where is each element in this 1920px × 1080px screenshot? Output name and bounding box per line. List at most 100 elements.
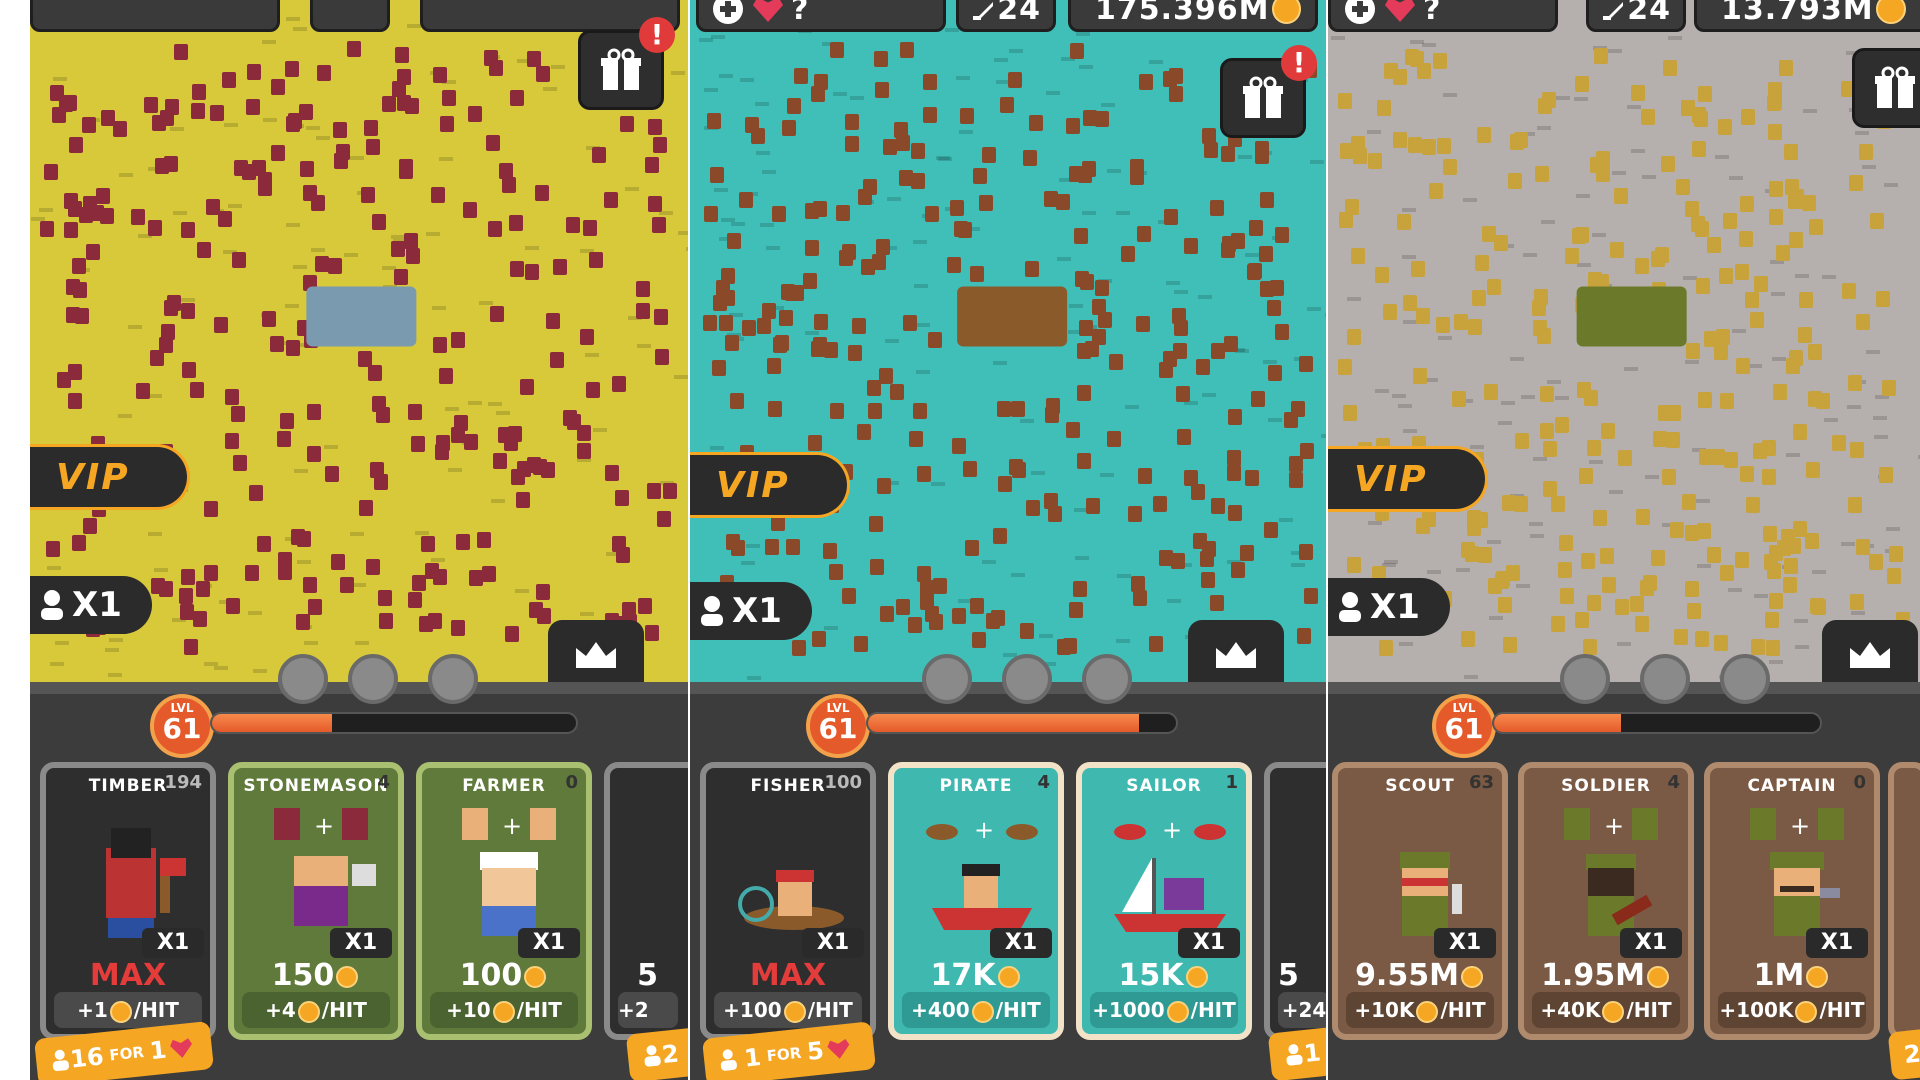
worker-offer-button[interactable]: 2	[1887, 1027, 1920, 1080]
leaderboard-button[interactable]	[1188, 620, 1284, 690]
ground-mark	[1541, 220, 1555, 224]
unit-sprite	[1251, 391, 1265, 407]
unit-sprite	[232, 252, 246, 268]
ground-mark	[1489, 616, 1503, 620]
unit-sprite	[1048, 506, 1062, 522]
ground-mark	[228, 204, 242, 208]
card-income: +24	[1278, 992, 1326, 1028]
unit-sprite	[790, 285, 804, 301]
multiplier-button[interactable]: X1	[690, 582, 812, 640]
unit-sprite	[83, 518, 97, 534]
gift-alert-badge: !	[639, 17, 675, 53]
unit-sprite	[1698, 392, 1712, 408]
worker-offer-button[interactable]: 1	[1267, 1026, 1326, 1080]
vip-button[interactable]: VIP	[30, 444, 190, 510]
worker-card-partial[interactable]: 5 +2	[604, 762, 688, 1040]
unit-sprite	[1475, 255, 1489, 271]
ground-mark	[350, 156, 364, 160]
unit-sprite	[1128, 506, 1142, 522]
worker-card-sailor[interactable]: SAILOR 1 + X1 15K +1000/HIT	[1076, 762, 1252, 1040]
worker-card-timber[interactable]: TIMBER 194 X1 MAX +1/HIT	[40, 762, 216, 1040]
unit-sprite	[164, 300, 178, 316]
unit-sprite	[1139, 74, 1153, 90]
unit-sprite	[262, 311, 276, 327]
unit-sprite	[347, 41, 361, 57]
unit-sprite	[1850, 442, 1864, 458]
unit-sprite	[1289, 472, 1303, 488]
ground-mark	[1847, 405, 1861, 409]
gift-button[interactable]	[1852, 48, 1920, 128]
ground-mark	[593, 428, 607, 432]
unit-sprite	[563, 410, 577, 426]
ground-mark	[297, 560, 311, 564]
worker-card-stonemason[interactable]: STONEMASON 4 + X1 150 +4/HIT	[228, 762, 404, 1040]
coin-icon	[1166, 1000, 1189, 1023]
worker-offer-button[interactable]: 2	[625, 1025, 688, 1080]
card-count: 4	[1667, 772, 1680, 793]
unit-sprite	[1805, 533, 1819, 549]
unit-sprite	[1020, 623, 1034, 639]
vip-button[interactable]: VIP	[690, 452, 850, 518]
worker-card-pirate[interactable]: PIRATE 4 + X1 17K +400/HIT	[888, 762, 1064, 1040]
leaderboard-button[interactable]	[1822, 620, 1918, 690]
unit-sprite	[933, 578, 947, 594]
unit-sprite	[803, 273, 817, 289]
multiplier-button[interactable]: X1	[1328, 578, 1450, 636]
unit-sprite	[397, 95, 411, 111]
ground-mark	[448, 468, 462, 472]
ground-mark	[1873, 416, 1887, 420]
unit-sprite	[1720, 393, 1734, 409]
unit-sprite	[1630, 596, 1644, 612]
card-count: 0	[1853, 772, 1866, 793]
unit-sprite	[1691, 216, 1705, 232]
unit-sprite	[703, 315, 717, 331]
unit-sprite	[44, 164, 58, 180]
unit-sprite	[1299, 544, 1313, 560]
multiplier-button[interactable]: X1	[30, 576, 152, 634]
attack-count: 24	[1627, 0, 1671, 27]
worker-card-partial[interactable]	[1888, 762, 1920, 1040]
unit-sprite	[231, 406, 245, 422]
unit-sprite	[1540, 386, 1554, 402]
level-badge: LVL 61	[806, 694, 870, 758]
worker-card-fisher[interactable]: FISHER 100 X1 MAX +100/HIT	[700, 762, 876, 1040]
vip-button[interactable]: VIP	[1328, 446, 1488, 512]
gift-button[interactable]: !	[1220, 45, 1317, 138]
unit-sprite	[1347, 329, 1361, 345]
ground-mark	[625, 187, 639, 191]
card-count: 4	[1037, 772, 1050, 793]
unit-sprite	[917, 466, 931, 482]
leaderboard-button[interactable]	[548, 620, 644, 690]
unit-sprite	[69, 137, 83, 153]
unit-sprite	[210, 105, 224, 121]
ground-mark	[1609, 490, 1623, 494]
unit-sprite	[1211, 498, 1225, 514]
unit-sprite	[382, 96, 396, 112]
unit-sprite	[1515, 433, 1529, 449]
svg-text:+: +	[1790, 812, 1810, 840]
unit-sprite	[1502, 495, 1516, 511]
unit-sprite	[620, 116, 634, 132]
unit-sprite	[1887, 568, 1901, 584]
unit-sprite	[1149, 636, 1163, 652]
unit-sprite	[1270, 280, 1284, 296]
unit-sprite	[792, 640, 806, 656]
unit-sprite	[1056, 194, 1070, 210]
unit-sprite	[1793, 521, 1807, 537]
worker-card-soldier[interactable]: SOLDIER 4 + X1 1.95M +40K/HIT	[1518, 762, 1694, 1040]
unit-sprite	[1666, 432, 1680, 448]
unit-sprite	[174, 44, 188, 60]
ground-mark	[1822, 275, 1836, 279]
worker-card-captain[interactable]: CAPTAIN 0 + X1 1M +100K/HIT	[1704, 762, 1880, 1040]
gift-button[interactable]: !	[578, 17, 675, 110]
ground-mark	[1310, 160, 1324, 164]
unit-sprite	[1685, 525, 1699, 541]
unit-sprite	[1704, 331, 1718, 347]
worker-card-farmer[interactable]: FARMER 0 + X1 100 +10/HIT	[416, 762, 592, 1040]
unit-sprite	[1299, 356, 1313, 372]
unit-sprite	[440, 116, 454, 132]
worker-card-partial[interactable]: 5 +24	[1264, 762, 1326, 1040]
worker-card-scout[interactable]: SCOUT 63 X1 9.55M +10K/HIT	[1332, 762, 1508, 1040]
unit-sprite	[206, 199, 220, 215]
unit-sprite	[1769, 209, 1783, 225]
